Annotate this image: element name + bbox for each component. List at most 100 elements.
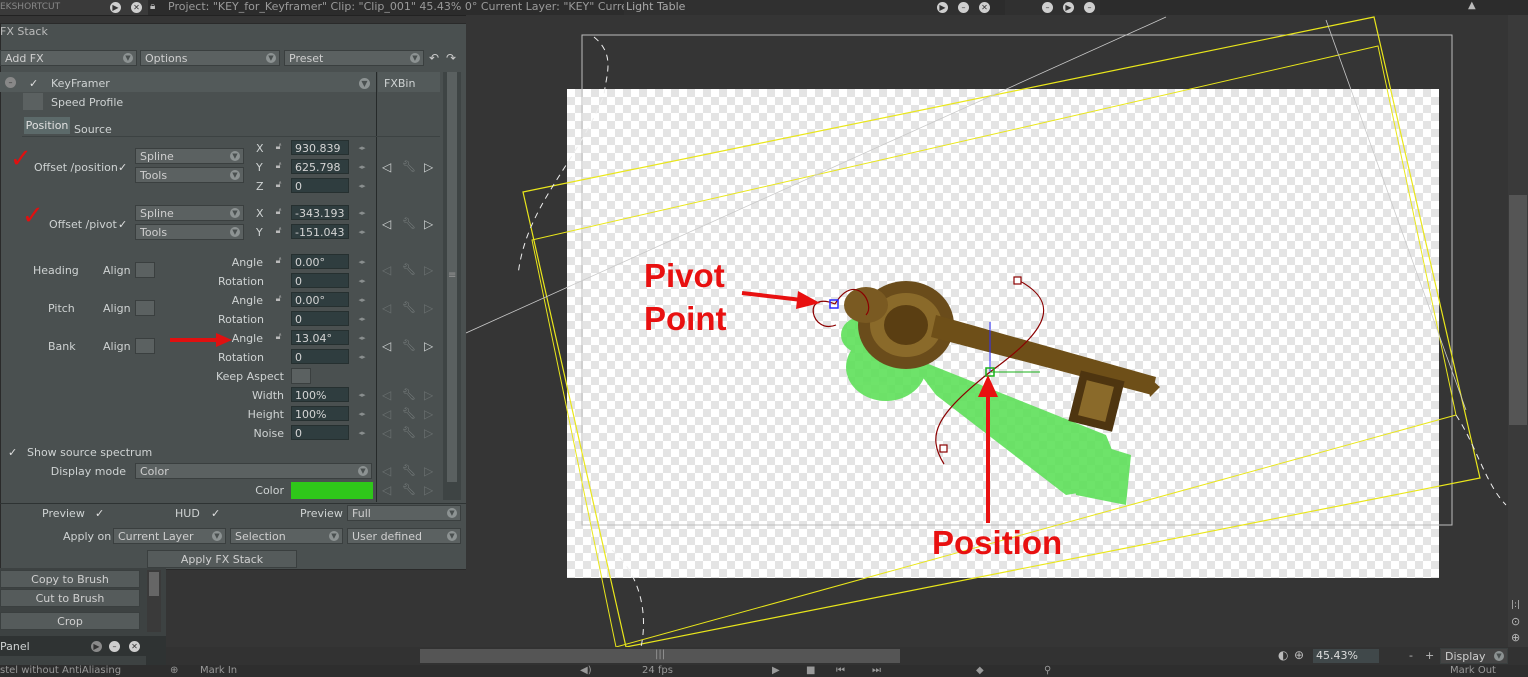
redo-icon[interactable]: ↷	[446, 51, 456, 65]
add-fx-dropdown[interactable]: Add FX ▼	[0, 50, 137, 66]
close-icon[interactable]: ✕	[129, 641, 140, 652]
wrench-icon[interactable]: 🔧︎	[402, 408, 416, 420]
speaker-icon[interactable]: ◀)	[580, 665, 592, 677]
crop-button[interactable]: Crop	[0, 612, 140, 630]
next-key-icon[interactable]: ▷	[424, 161, 433, 173]
view-icon[interactable]: ◐	[1278, 648, 1288, 662]
add-icon[interactable]: ⊕	[170, 665, 178, 677]
spline-dropdown[interactable]: Spline ▼	[135, 148, 244, 164]
wrench-icon[interactable]: 🔧︎	[402, 218, 416, 230]
spin-icon[interactable]: ◂▸	[356, 390, 368, 400]
spin-icon[interactable]: ◂▸	[356, 295, 368, 305]
apply-fx-stack-button[interactable]: Apply FX Stack	[147, 550, 297, 568]
offset-position-check[interactable]: ✓	[118, 161, 127, 174]
height-field[interactable]: 100%	[291, 406, 349, 421]
spin-icon[interactable]: ◂▸	[356, 227, 368, 237]
prev-key-icon[interactable]: ◁	[382, 340, 391, 352]
lock-icon[interactable]: 🔓︎	[274, 256, 283, 267]
tab-position[interactable]: Position	[24, 117, 70, 134]
wrench-icon[interactable]: 🔧︎	[402, 340, 416, 352]
next-key-icon[interactable]: ▷	[424, 465, 433, 477]
bank-angle-field[interactable]: 13.04°	[291, 330, 349, 345]
pitch-rotation-field[interactable]: 0	[291, 311, 349, 326]
next-key-icon[interactable]: ▷	[424, 264, 433, 276]
zoom-out-button[interactable]: -	[1409, 649, 1413, 662]
shortcut-tab[interactable]: EKSHORTCUT	[0, 0, 148, 15]
bank-align-toggle[interactable]	[135, 338, 155, 354]
speed-profile-toggle[interactable]	[23, 93, 43, 110]
spin-icon[interactable]: ◂▸	[356, 409, 368, 419]
spin-icon[interactable]: ◂▸	[356, 181, 368, 191]
minimize-icon[interactable]: –	[1042, 2, 1053, 13]
position-y-field[interactable]: 625.798	[291, 159, 349, 174]
apply-user-dropdown[interactable]: User defined ▼	[347, 528, 461, 544]
pivot-y-field[interactable]: -151.043	[291, 224, 349, 239]
zoom-field[interactable]: 45.43%	[1313, 649, 1379, 663]
keyframe-icon[interactable]: ◆	[976, 665, 984, 677]
copy-to-brush-button[interactable]: Copy to Brush	[0, 570, 140, 588]
tools-scrollbar-thumb[interactable]	[149, 572, 159, 596]
lock-icon[interactable]: 🔓︎	[274, 142, 283, 153]
bank-rotation-field[interactable]: 0	[291, 349, 349, 364]
wrench-icon[interactable]: 🔧︎	[402, 427, 416, 439]
grip-icon[interactable]: |||	[655, 649, 665, 660]
hud-check[interactable]: ✓	[211, 507, 220, 520]
fps-label[interactable]: 24 fps	[642, 665, 673, 677]
next-key-icon[interactable]: ▷	[424, 427, 433, 439]
spin-icon[interactable]: ◂▸	[356, 257, 368, 267]
preview-mode-dropdown[interactable]: Full ▼	[347, 505, 461, 521]
apply-current-layer-dropdown[interactable]: Current Layer ▼	[113, 528, 226, 544]
minimize-icon[interactable]: –	[109, 641, 120, 652]
wrench-icon[interactable]: 🔧︎	[402, 302, 416, 314]
keep-aspect-toggle[interactable]	[291, 368, 311, 384]
minimize-icon[interactable]: –	[1084, 2, 1095, 13]
lock-icon[interactable]: 🔓︎	[274, 332, 283, 343]
show-spectrum-check[interactable]: ✓	[8, 446, 17, 459]
pitch-align-toggle[interactable]	[135, 300, 155, 316]
close-icon[interactable]: ✕	[131, 2, 142, 13]
offset-pivot-check[interactable]: ✓	[118, 218, 127, 231]
grip-icon[interactable]: ≡	[448, 270, 456, 281]
prev-key-icon[interactable]: ◁	[382, 302, 391, 314]
minimize-icon[interactable]: –	[958, 2, 969, 13]
play-icon[interactable]: ▶	[937, 2, 948, 13]
width-field[interactable]: 100%	[291, 387, 349, 402]
heading-angle-field[interactable]: 0.00°	[291, 254, 349, 269]
tab-source[interactable]: Source	[74, 123, 112, 136]
spin-icon[interactable]: ◂▸	[356, 208, 368, 218]
stop-icon[interactable]: ■	[806, 665, 815, 677]
mark-in-label[interactable]: Mark In	[200, 665, 237, 677]
forward-icon[interactable]: ⏭	[872, 665, 881, 677]
play-icon[interactable]: ▶	[772, 665, 780, 677]
fit-icon[interactable]: ⊕	[1294, 648, 1304, 662]
wrench-icon[interactable]: 🔧︎	[402, 465, 416, 477]
tools-dropdown[interactable]: Tools ▼	[135, 167, 244, 183]
wrench-icon[interactable]: 🔧︎	[402, 161, 416, 173]
spin-icon[interactable]: ◂▸	[356, 428, 368, 438]
next-key-icon[interactable]: ▷	[424, 340, 433, 352]
zoom-icon[interactable]: ⊕	[1511, 631, 1520, 644]
wrench-icon[interactable]: 🔧︎	[402, 389, 416, 401]
pivot-x-field[interactable]: -343.193	[291, 205, 349, 220]
spin-icon[interactable]: ◂▸	[356, 333, 368, 343]
spin-icon[interactable]: ◂▸	[356, 162, 368, 172]
prev-key-icon[interactable]: ◁	[382, 264, 391, 276]
chevron-down-icon[interactable]: ▼	[359, 78, 370, 89]
tools-dropdown[interactable]: Tools ▼	[135, 224, 244, 240]
right-scrollbar-thumb[interactable]	[1509, 195, 1527, 425]
play-icon[interactable]: ▶	[110, 2, 121, 13]
effect-enabled-check[interactable]: ✓	[29, 77, 38, 90]
spin-icon[interactable]: ◂▸	[356, 352, 368, 362]
display-mode-dropdown[interactable]: Color ▼	[135, 463, 372, 479]
light-table-tab[interactable]: Light Table	[624, 0, 986, 15]
target-icon[interactable]: ⊙	[1511, 615, 1520, 628]
pitch-angle-field[interactable]: 0.00°	[291, 292, 349, 307]
next-key-icon[interactable]: ▷	[424, 389, 433, 401]
search-icon[interactable]: ⚲	[1044, 665, 1051, 677]
spline-handle[interactable]	[1013, 276, 1022, 285]
prev-key-icon[interactable]: ◁	[382, 408, 391, 420]
lock-icon[interactable]: 🔓︎	[274, 161, 283, 172]
next-key-icon[interactable]: ▷	[424, 218, 433, 230]
prev-key-icon[interactable]: ◁	[382, 484, 391, 496]
lock-icon[interactable]: 🔓︎	[274, 226, 283, 237]
